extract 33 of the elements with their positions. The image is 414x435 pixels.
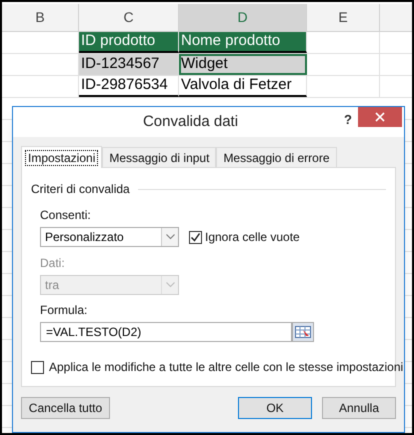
close-button[interactable] <box>358 107 402 127</box>
help-button[interactable]: ? <box>338 110 358 130</box>
field-label: Consenti: <box>40 207 92 224</box>
header-cell: Nome prodotto <box>179 32 307 53</box>
dialog-button[interactable]: Cancella tutto <box>21 397 110 419</box>
dropdown[interactable]: Personalizzato <box>40 227 179 247</box>
checkbox[interactable] <box>189 230 202 244</box>
table-cell: Widget <box>179 54 307 75</box>
table-cell: ID-29876534 <box>79 76 179 97</box>
checkbox[interactable] <box>31 360 44 374</box>
column-header[interactable]: E <box>307 4 380 31</box>
checkbox-label: Applica le modifiche a tutte le altre celle con le stesse impostazioni <box>49 359 404 376</box>
header-cell: ID prodotto <box>79 32 179 53</box>
range-picker-button[interactable] <box>292 322 314 342</box>
chevron-icon <box>161 276 178 294</box>
checkbox-label: Ignora celle vuote <box>205 229 300 246</box>
tab[interactable]: Impostazioni <box>21 146 102 168</box>
group-title: Criteri di convalida <box>31 181 130 198</box>
chevron-icon <box>161 228 178 246</box>
table-cell: ID-1234567 <box>79 54 179 75</box>
tab[interactable]: Messaggio di input <box>102 147 216 167</box>
range-select-icon <box>295 326 311 338</box>
dialog-button[interactable]: OK <box>238 397 312 419</box>
window-title: Convalida dati <box>142 112 240 132</box>
table-cell: Valvola di Fetzer <box>179 76 307 97</box>
column-header[interactable]: D <box>179 4 307 31</box>
field-label: Formula: <box>40 302 88 319</box>
close-icon <box>375 112 385 122</box>
dialog-button[interactable]: Annulla <box>322 397 396 419</box>
tab[interactable]: Messaggio di errore <box>216 147 336 167</box>
column-header[interactable]: B <box>2 4 79 31</box>
formula-field[interactable]: =VAL.TESTO(D2) <box>40 322 292 342</box>
field-label: Dati: <box>40 255 66 272</box>
